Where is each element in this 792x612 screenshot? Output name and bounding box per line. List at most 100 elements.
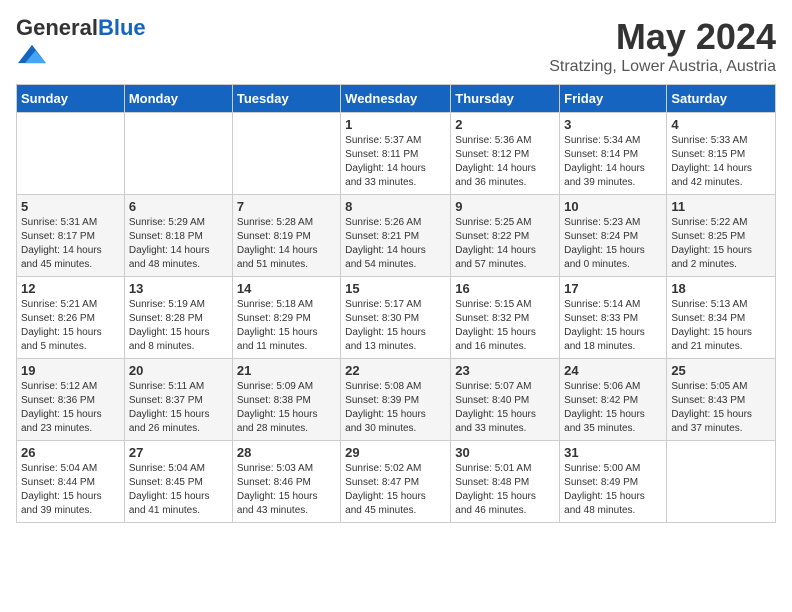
- weekday-header-monday: Monday: [124, 85, 232, 113]
- calendar-cell: 18 Sunrise: 5:13 AMSunset: 8:34 PMDayligh…: [667, 277, 776, 359]
- calendar-cell: 16Sunrise: 5:15 AMSunset: 8:32 PMDayligh…: [451, 277, 560, 359]
- calendar-cell: 20Sunrise: 5:11 AMSunset: 8:37 PMDayligh…: [124, 359, 232, 441]
- day-info: Sunrise: 5:15 AMSunset: 8:32 PMDaylight:…: [455, 298, 555, 354]
- day-number: 4: [671, 117, 771, 132]
- day-info: Sunrise: 5:31 AMSunset: 8:17 PMDaylight:…: [21, 216, 120, 272]
- calendar-cell: [232, 113, 340, 195]
- day-info: Sunrise: 5:01 AMSunset: 8:48 PMDaylight:…: [455, 462, 555, 518]
- day-number: 24: [564, 363, 662, 378]
- logo-icon: [18, 40, 46, 68]
- day-info: Sunrise: 5:07 AMSunset: 8:40 PMDaylight:…: [455, 380, 555, 436]
- weekday-header-tuesday: Tuesday: [232, 85, 340, 113]
- calendar-cell: 1Sunrise: 5:37 AMSunset: 8:11 PMDaylight…: [341, 113, 451, 195]
- calendar-cell: 7 Sunrise: 5:28 AMSunset: 8:19 PMDaylight…: [232, 195, 340, 277]
- calendar-cell: 30 Sunrise: 5:01 AMSunset: 8:48 PMDayligh…: [451, 441, 560, 523]
- calendar-cell: 12 Sunrise: 5:21 AMSunset: 8:26 PMDayligh…: [17, 277, 125, 359]
- day-number: 5: [21, 199, 120, 214]
- calendar-week-5: 26 Sunrise: 5:04 AMSunset: 8:44 PMDayligh…: [17, 441, 776, 523]
- calendar-cell: 4 Sunrise: 5:33 AMSunset: 8:15 PMDaylight…: [667, 113, 776, 195]
- day-info: Sunrise: 5:03 AMSunset: 8:46 PMDaylight:…: [237, 462, 336, 518]
- day-info: Sunrise: 5:12 AMSunset: 8:36 PMDaylight:…: [21, 380, 120, 436]
- calendar-cell: [17, 113, 125, 195]
- logo: GeneralBlue: [16, 16, 146, 73]
- calendar-cell: 2Sunrise: 5:36 AMSunset: 8:12 PMDaylight…: [451, 113, 560, 195]
- page-header: GeneralBlue May 2024 Stratzing, Lower Au…: [16, 16, 776, 76]
- weekday-header-row: SundayMondayTuesdayWednesdayThursdayFrid…: [17, 85, 776, 113]
- calendar-cell: 29 Sunrise: 5:02 AMSunset: 8:47 PMDayligh…: [341, 441, 451, 523]
- weekday-header-saturday: Saturday: [667, 85, 776, 113]
- day-info: Sunrise: 5:04 AMSunset: 8:44 PMDaylight:…: [21, 462, 120, 518]
- weekday-header-wednesday: Wednesday: [341, 85, 451, 113]
- logo-blue: Blue: [98, 15, 146, 40]
- calendar-table: SundayMondayTuesdayWednesdayThursdayFrid…: [16, 84, 776, 523]
- day-info: Sunrise: 5:22 AMSunset: 8:25 PMDaylight:…: [671, 216, 771, 272]
- calendar-cell: 8 Sunrise: 5:26 AMSunset: 8:21 PMDaylight…: [341, 195, 451, 277]
- day-number: 22: [345, 363, 446, 378]
- calendar-cell: 19Sunrise: 5:12 AMSunset: 8:36 PMDayligh…: [17, 359, 125, 441]
- day-info: Sunrise: 5:09 AMSunset: 8:38 PMDaylight:…: [237, 380, 336, 436]
- day-number: 6: [129, 199, 228, 214]
- calendar-cell: 25Sunrise: 5:05 AMSunset: 8:43 PMDayligh…: [667, 359, 776, 441]
- day-info: Sunrise: 5:33 AMSunset: 8:15 PMDaylight:…: [671, 134, 771, 190]
- day-number: 29: [345, 445, 446, 460]
- day-info: Sunrise: 5:02 AMSunset: 8:47 PMDaylight:…: [345, 462, 446, 518]
- day-number: 11: [671, 199, 771, 214]
- day-number: 20: [129, 363, 228, 378]
- day-number: 26: [21, 445, 120, 460]
- day-info: Sunrise: 5:14 AMSunset: 8:33 PMDaylight:…: [564, 298, 662, 354]
- calendar-week-2: 5 Sunrise: 5:31 AMSunset: 8:17 PMDaylight…: [17, 195, 776, 277]
- calendar-cell: 27 Sunrise: 5:04 AMSunset: 8:45 PMDayligh…: [124, 441, 232, 523]
- day-info: Sunrise: 5:13 AMSunset: 8:34 PMDaylight:…: [671, 298, 771, 354]
- logo-text: GeneralBlue: [16, 16, 146, 40]
- day-info: Sunrise: 5:21 AMSunset: 8:26 PMDaylight:…: [21, 298, 120, 354]
- day-number: 1: [345, 117, 446, 132]
- day-info: Sunrise: 5:04 AMSunset: 8:45 PMDaylight:…: [129, 462, 228, 518]
- day-number: 21: [237, 363, 336, 378]
- calendar-cell: 21 Sunrise: 5:09 AMSunset: 8:38 PMDayligh…: [232, 359, 340, 441]
- day-number: 27: [129, 445, 228, 460]
- calendar-cell: 17Sunrise: 5:14 AMSunset: 8:33 PMDayligh…: [560, 277, 667, 359]
- calendar-cell: 10Sunrise: 5:23 AMSunset: 8:24 PMDayligh…: [560, 195, 667, 277]
- calendar-cell: 11 Sunrise: 5:22 AMSunset: 8:25 PMDayligh…: [667, 195, 776, 277]
- day-number: 13: [129, 281, 228, 296]
- calendar-week-1: 1Sunrise: 5:37 AMSunset: 8:11 PMDaylight…: [17, 113, 776, 195]
- day-number: 2: [455, 117, 555, 132]
- calendar-cell: 6Sunrise: 5:29 AMSunset: 8:18 PMDaylight…: [124, 195, 232, 277]
- calendar-cell: 3Sunrise: 5:34 AMSunset: 8:14 PMDaylight…: [560, 113, 667, 195]
- day-number: 30: [455, 445, 555, 460]
- day-number: 15: [345, 281, 446, 296]
- day-number: 28: [237, 445, 336, 460]
- weekday-header-friday: Friday: [560, 85, 667, 113]
- calendar-week-4: 19Sunrise: 5:12 AMSunset: 8:36 PMDayligh…: [17, 359, 776, 441]
- weekday-header-thursday: Thursday: [451, 85, 560, 113]
- calendar-cell: 9Sunrise: 5:25 AMSunset: 8:22 PMDaylight…: [451, 195, 560, 277]
- day-number: 25: [671, 363, 771, 378]
- day-info: Sunrise: 5:28 AMSunset: 8:19 PMDaylight:…: [237, 216, 336, 272]
- day-info: Sunrise: 5:19 AMSunset: 8:28 PMDaylight:…: [129, 298, 228, 354]
- day-number: 18: [671, 281, 771, 296]
- day-number: 3: [564, 117, 662, 132]
- day-number: 7: [237, 199, 336, 214]
- calendar-cell: 15Sunrise: 5:17 AMSunset: 8:30 PMDayligh…: [341, 277, 451, 359]
- calendar-week-3: 12 Sunrise: 5:21 AMSunset: 8:26 PMDayligh…: [17, 277, 776, 359]
- calendar-cell: 22Sunrise: 5:08 AMSunset: 8:39 PMDayligh…: [341, 359, 451, 441]
- calendar-cell: [124, 113, 232, 195]
- calendar-cell: 28 Sunrise: 5:03 AMSunset: 8:46 PMDayligh…: [232, 441, 340, 523]
- month-title: May 2024: [549, 16, 776, 58]
- day-number: 12: [21, 281, 120, 296]
- calendar-cell: 24Sunrise: 5:06 AMSunset: 8:42 PMDayligh…: [560, 359, 667, 441]
- calendar-cell: 26 Sunrise: 5:04 AMSunset: 8:44 PMDayligh…: [17, 441, 125, 523]
- day-number: 23: [455, 363, 555, 378]
- calendar-cell: 5 Sunrise: 5:31 AMSunset: 8:17 PMDaylight…: [17, 195, 125, 277]
- day-number: 8: [345, 199, 446, 214]
- day-info: Sunrise: 5:18 AMSunset: 8:29 PMDaylight:…: [237, 298, 336, 354]
- logo-general: General: [16, 15, 98, 40]
- day-info: Sunrise: 5:25 AMSunset: 8:22 PMDaylight:…: [455, 216, 555, 272]
- calendar-cell: 13 Sunrise: 5:19 AMSunset: 8:28 PMDayligh…: [124, 277, 232, 359]
- calendar-header: SundayMondayTuesdayWednesdayThursdayFrid…: [17, 85, 776, 113]
- day-number: 10: [564, 199, 662, 214]
- calendar-cell: 23 Sunrise: 5:07 AMSunset: 8:40 PMDayligh…: [451, 359, 560, 441]
- weekday-header-sunday: Sunday: [17, 85, 125, 113]
- day-info: Sunrise: 5:26 AMSunset: 8:21 PMDaylight:…: [345, 216, 446, 272]
- calendar-body: 1Sunrise: 5:37 AMSunset: 8:11 PMDaylight…: [17, 113, 776, 523]
